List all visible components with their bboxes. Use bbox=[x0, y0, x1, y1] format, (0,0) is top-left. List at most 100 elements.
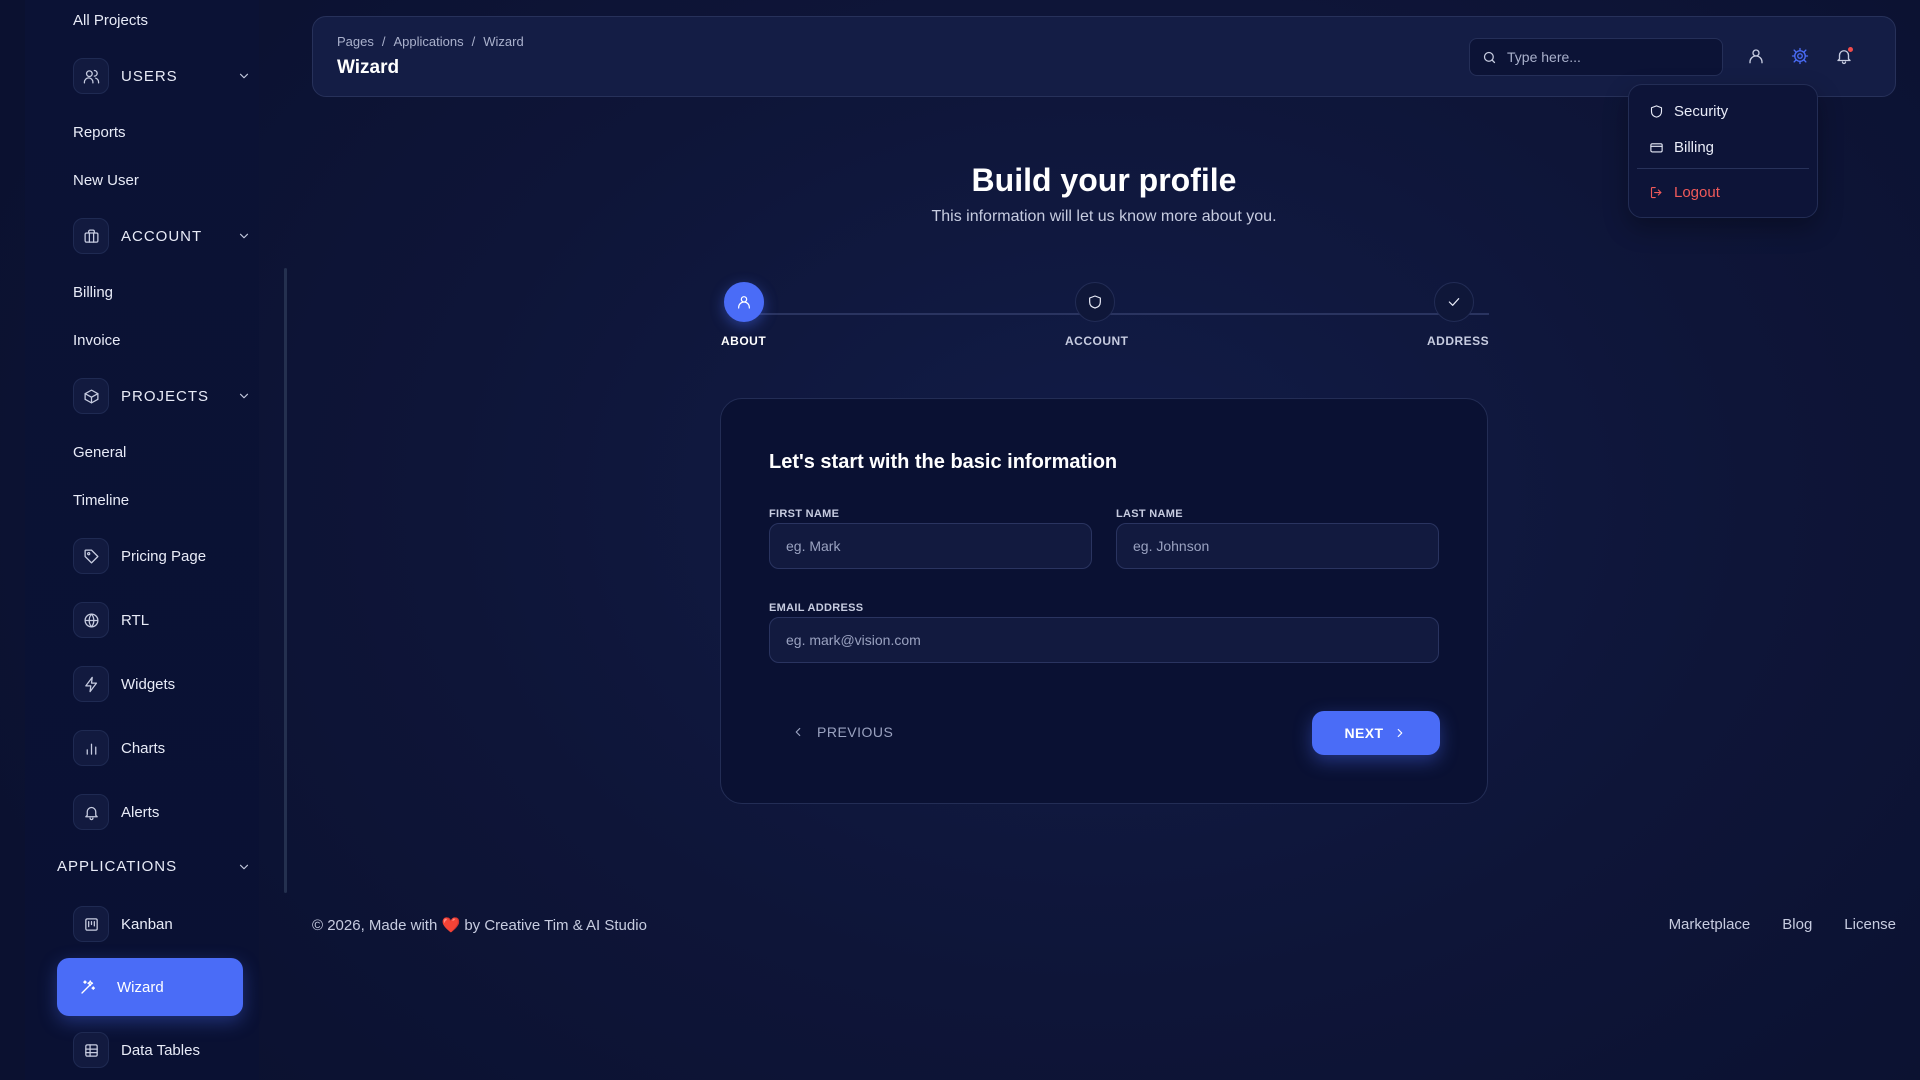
shield-icon bbox=[1650, 105, 1663, 118]
bell-icon bbox=[73, 794, 109, 830]
copyright-suffix: by Creative Tim & AI Studio bbox=[464, 917, 647, 934]
breadcrumb-separator: / bbox=[471, 34, 476, 49]
sidebar-item-pricing-page[interactable]: Pricing Page bbox=[73, 537, 206, 575]
heart-icon: ❤️ bbox=[441, 917, 461, 934]
sidebar-item-widgets[interactable]: Widgets bbox=[73, 665, 175, 703]
box-icon bbox=[73, 378, 109, 414]
sidebar-item-reports[interactable]: Reports bbox=[73, 124, 126, 141]
dropdown-item-billing[interactable]: Billing bbox=[1649, 139, 1714, 156]
sidebar-item-kanban[interactable]: Kanban bbox=[73, 905, 173, 943]
dropdown-item-label: Security bbox=[1674, 103, 1729, 120]
breadcrumb-separator: / bbox=[381, 34, 386, 49]
notification-dot bbox=[1848, 47, 1853, 52]
breadcrumb-pages[interactable]: Pages bbox=[337, 34, 374, 49]
dropdown-divider bbox=[1637, 168, 1809, 169]
sidebar-item-general[interactable]: General bbox=[73, 444, 126, 461]
step-label-about: ABOUT bbox=[721, 334, 767, 348]
step-about[interactable] bbox=[724, 282, 764, 322]
sidebar-item-label: Data Tables bbox=[121, 1041, 200, 1059]
sidebar-section-projects-label: PROJECTS bbox=[121, 387, 210, 405]
footer-link-blog[interactable]: Blog bbox=[1782, 916, 1812, 933]
shield-icon bbox=[1089, 295, 1101, 309]
kanban-icon bbox=[73, 906, 109, 942]
settings-dropdown: Security Billing Logout bbox=[1628, 84, 1818, 218]
sidebar-item-label: Widgets bbox=[121, 675, 176, 693]
table-icon bbox=[73, 1032, 109, 1068]
email-field[interactable] bbox=[769, 617, 1439, 663]
wizard-stepper: ABOUT ACCOUNT ADDRESS bbox=[721, 282, 1489, 352]
form-title: Let's start with the basic information bbox=[769, 451, 1118, 473]
footer-copyright: © 2026, Made with ❤️ by Creative Tim & A… bbox=[312, 916, 647, 934]
sidebar-section-account-label: ACCOUNT bbox=[121, 227, 203, 245]
logout-icon bbox=[1650, 186, 1662, 199]
sidebar: All Projects USERS Reports New User ACCO… bbox=[25, 0, 259, 1080]
bell-icon[interactable] bbox=[1835, 47, 1855, 67]
footer-link-marketplace[interactable]: Marketplace bbox=[1669, 916, 1751, 933]
chevron-down-icon bbox=[237, 860, 251, 878]
last-name-label: LAST NAME bbox=[1116, 508, 1183, 520]
globe-icon bbox=[73, 602, 109, 638]
breadcrumb-applications[interactable]: Applications bbox=[394, 34, 464, 49]
previous-button-label: PREVIOUS bbox=[817, 724, 894, 740]
sidebar-item-invoice[interactable]: Invoice bbox=[73, 332, 121, 349]
gear-icon[interactable] bbox=[1791, 47, 1811, 67]
chevron-down-icon bbox=[237, 389, 251, 403]
first-name-label: FIRST NAME bbox=[769, 508, 840, 520]
sidebar-item-label: Alerts bbox=[121, 803, 160, 821]
stepper-track bbox=[743, 313, 1489, 315]
footer-links: Marketplace Blog License bbox=[1669, 916, 1896, 933]
search-box[interactable] bbox=[1469, 38, 1723, 76]
search-icon bbox=[1483, 51, 1496, 63]
sidebar-item-label: Pricing Page bbox=[121, 547, 207, 565]
page-title: Wizard bbox=[337, 57, 400, 78]
user-icon bbox=[738, 296, 750, 309]
breadcrumb: Pages / Applications / Wizard bbox=[337, 34, 524, 49]
user-icon[interactable] bbox=[1747, 47, 1767, 67]
sidebar-scrollbar[interactable] bbox=[284, 268, 287, 893]
first-name-field[interactable] bbox=[769, 523, 1092, 569]
next-button[interactable]: NEXT bbox=[1312, 711, 1440, 755]
sidebar-section-applications-label: APPLICATIONS bbox=[57, 858, 178, 875]
sidebar-item-label: RTL bbox=[121, 611, 150, 629]
step-address[interactable] bbox=[1434, 282, 1474, 322]
last-name-field[interactable] bbox=[1116, 523, 1439, 569]
dropdown-item-label: Logout bbox=[1674, 184, 1720, 201]
sidebar-item-new-user[interactable]: New User bbox=[73, 172, 139, 189]
previous-button[interactable]: PREVIOUS bbox=[791, 717, 893, 747]
sidebar-item-data-tables[interactable]: Data Tables bbox=[73, 1031, 200, 1069]
wizard-form-card: Let's start with the basic information F… bbox=[720, 398, 1488, 804]
lightning-icon bbox=[73, 666, 109, 702]
sidebar-section-projects[interactable]: PROJECTS bbox=[73, 377, 263, 415]
dropdown-item-label: Billing bbox=[1674, 139, 1715, 156]
search-input[interactable] bbox=[1507, 49, 1707, 65]
sidebar-item-charts[interactable]: Charts bbox=[73, 729, 165, 767]
sidebar-item-wizard[interactable]: Wizard bbox=[57, 958, 243, 1016]
step-account[interactable] bbox=[1075, 282, 1115, 322]
credit-card-icon bbox=[1650, 143, 1663, 153]
step-label-address: ADDRESS bbox=[1427, 334, 1490, 348]
dropdown-item-logout[interactable]: Logout bbox=[1649, 184, 1720, 201]
chevron-left-icon bbox=[795, 727, 801, 737]
chevron-down-icon bbox=[237, 229, 251, 243]
briefcase-icon bbox=[73, 218, 109, 254]
sidebar-item-timeline[interactable]: Timeline bbox=[73, 492, 129, 509]
sidebar-section-users[interactable]: USERS bbox=[73, 57, 263, 95]
users-icon bbox=[73, 58, 109, 94]
sidebar-section-account[interactable]: ACCOUNT bbox=[73, 217, 263, 255]
sidebar-item-label: Kanban bbox=[121, 915, 173, 933]
sidebar-section-users-label: USERS bbox=[121, 67, 178, 85]
magic-wand-icon bbox=[81, 980, 96, 994]
sidebar-item-alerts[interactable]: Alerts bbox=[73, 793, 159, 831]
step-label-account: ACCOUNT bbox=[1065, 334, 1129, 348]
sidebar-item-label: Wizard bbox=[117, 978, 164, 996]
footer-link-license[interactable]: License bbox=[1844, 916, 1896, 933]
breadcrumb-wizard: Wizard bbox=[483, 34, 524, 49]
sidebar-item-rtl[interactable]: RTL bbox=[73, 601, 149, 639]
chevron-down-icon bbox=[237, 69, 251, 83]
dropdown-item-security[interactable]: Security bbox=[1649, 103, 1728, 120]
sidebar-section-applications[interactable]: APPLICATIONS bbox=[57, 858, 249, 878]
sidebar-item-label: Charts bbox=[121, 739, 166, 757]
sidebar-item-billing[interactable]: Billing bbox=[73, 284, 113, 301]
chevron-right-icon bbox=[1398, 728, 1403, 738]
sidebar-item-all-projects[interactable]: All Projects bbox=[73, 12, 148, 29]
